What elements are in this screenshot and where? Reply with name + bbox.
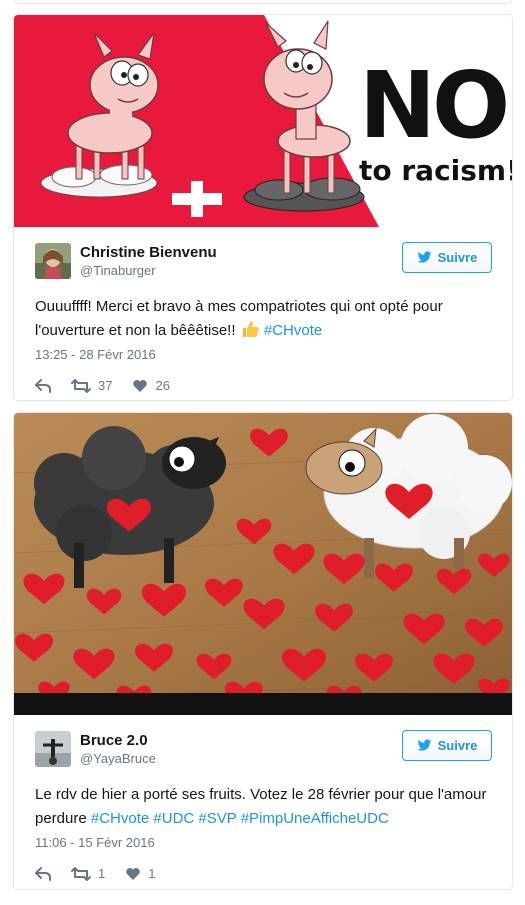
retweet-icon	[71, 378, 91, 393]
tweet-text: Le rdv de hier a porté ses fruits. Votez…	[35, 783, 491, 831]
tweet-card: Bruce 2.0 @YayaBruce Suivre Le rdv de hi…	[13, 412, 513, 890]
avatar[interactable]	[35, 731, 71, 767]
hashtag-link[interactable]: #PimpUneAfficheUDC	[241, 810, 389, 827]
tweet-actions: 37 26	[35, 378, 491, 393]
follow-button-label: Suivre	[437, 250, 478, 265]
reply-button[interactable]	[35, 378, 51, 393]
hashtag-link[interactable]: #SVP	[198, 810, 236, 827]
retweet-icon	[71, 866, 91, 881]
like-button[interactable]: 1	[125, 866, 155, 881]
poster-illustration: NO to racism!	[14, 15, 512, 227]
author-handle[interactable]: @Tinaburger	[80, 262, 217, 279]
like-button[interactable]: 26	[132, 378, 170, 393]
follow-button-label: Suivre	[437, 738, 478, 753]
hashtag-link[interactable]: #CHvote	[91, 810, 149, 827]
heart-icon	[133, 379, 148, 392]
tweet-timestamp[interactable]: 13:25 - 28 Févr 2016	[35, 346, 491, 364]
tweet-image-no-racism-poster[interactable]: NO to racism!	[14, 15, 512, 227]
tweet-text: Ouuuffff! Merci et bravo à mes compatrio…	[35, 295, 491, 343]
retweet-count: 1	[98, 866, 106, 881]
tweet-header: Christine Bienvenu @Tinaburger Suivre	[14, 227, 512, 285]
avatar[interactable]	[35, 243, 71, 279]
tweet-card: NO to racism! Christine Bienvenu @Tinabu…	[13, 14, 513, 401]
retweet-button[interactable]: 1	[71, 866, 105, 881]
follow-button[interactable]: Suivre	[402, 242, 492, 273]
tweet-timestamp[interactable]: 11:06 - 15 Févr 2016	[35, 834, 491, 852]
retweet-button[interactable]: 37	[71, 378, 112, 393]
reply-icon	[35, 378, 51, 393]
tweet-header: Bruce 2.0 @YayaBruce Suivre	[14, 715, 512, 773]
heart-icon	[126, 867, 140, 880]
tweet-image-sheep-hearts[interactable]	[14, 413, 512, 715]
reply-button[interactable]	[35, 866, 51, 881]
tweet-actions: 1 1	[35, 866, 491, 881]
sheep-hearts-illustration	[14, 413, 512, 715]
thumbs-up-emoji-icon	[242, 321, 259, 338]
retweet-count: 37	[98, 378, 113, 393]
like-count: 1	[148, 866, 156, 881]
author-name[interactable]: Bruce 2.0	[80, 732, 156, 750]
twitter-bird-icon	[417, 739, 431, 751]
poster-no-text: NO	[359, 52, 506, 159]
follow-button[interactable]: Suivre	[402, 730, 492, 761]
hashtag-link[interactable]: #UDC	[153, 810, 194, 827]
author-name[interactable]: Christine Bienvenu	[80, 244, 217, 262]
reply-icon	[35, 866, 51, 881]
hashtag-link[interactable]: #CHvote	[264, 322, 322, 339]
author-handle[interactable]: @YayaBruce	[80, 750, 156, 767]
twitter-bird-icon	[417, 251, 431, 263]
poster-subtitle-text: to racism!	[359, 154, 512, 187]
previous-card-edge	[14, 0, 512, 4]
like-count: 26	[155, 378, 170, 393]
